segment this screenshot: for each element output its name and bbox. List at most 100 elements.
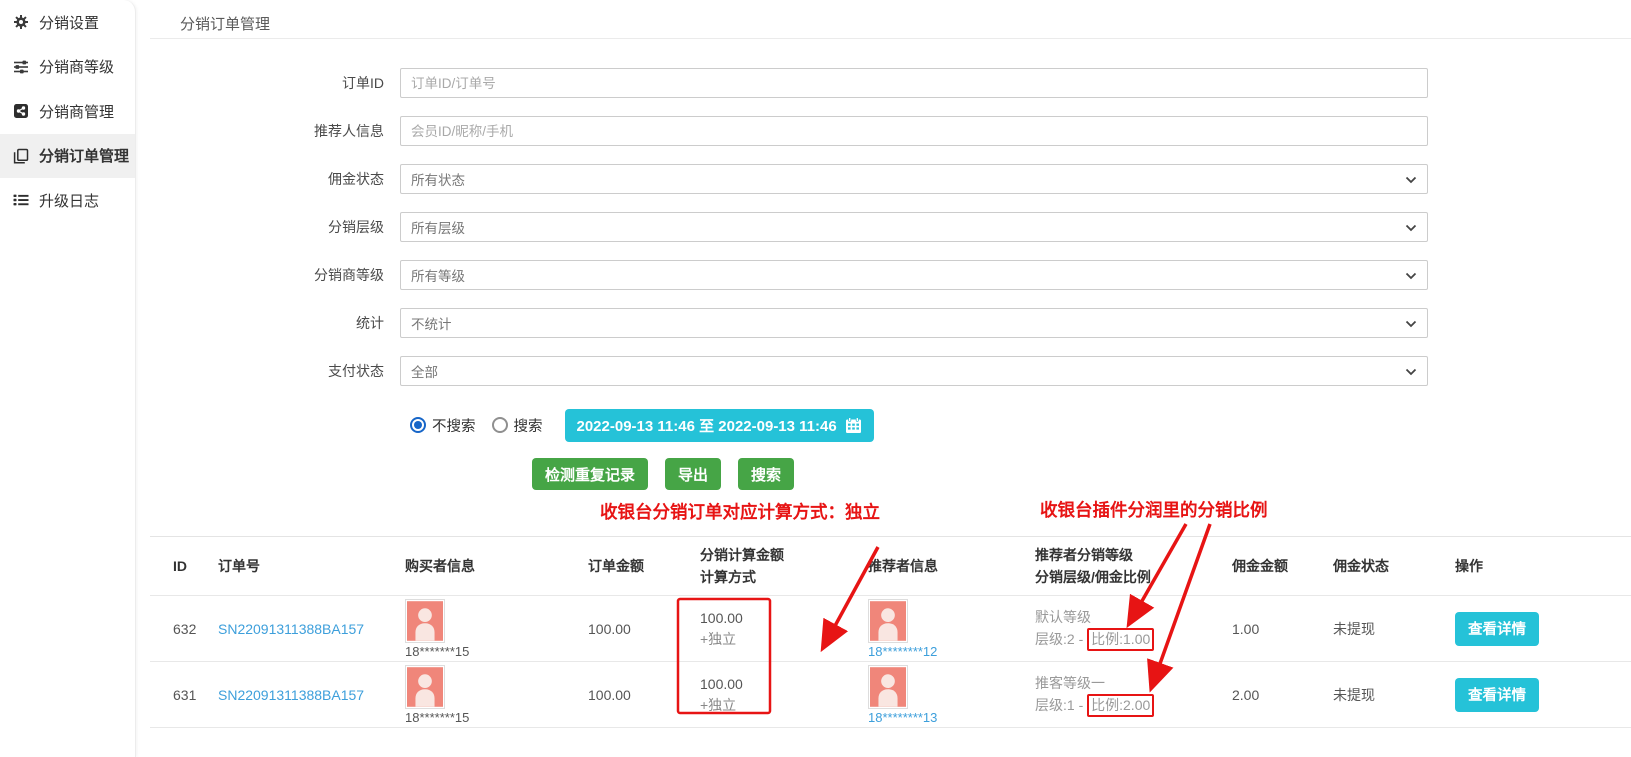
order-link[interactable]: SN22091311388BA157 — [218, 621, 364, 637]
sidebar-item-label: 分销商等级 — [39, 56, 114, 77]
referrer-info-label: 推荐人信息 — [150, 121, 400, 141]
sidebar-item-label: 分销商管理 — [39, 101, 114, 122]
table-row: 631 SN22091311388BA157 18*******15 100.0… — [150, 662, 1631, 728]
referrer-info-input[interactable] — [401, 117, 1427, 145]
no-search-label[interactable]: 不搜索 — [432, 415, 476, 436]
cell-calc: 100.00 +独立 — [700, 674, 868, 716]
statistics-label: 统计 — [150, 313, 400, 333]
cell-level: 推客等级一 层级:1 - 比例:2.00 — [1035, 672, 1232, 717]
sidebar-item-distributor-level[interactable]: 分销商等级 — [0, 45, 135, 90]
payment-status-value: 全部 — [411, 361, 438, 381]
buyer-cell: 18*******15 — [405, 665, 469, 724]
date-range-value: 2022-09-13 11:46 至 2022-09-13 11:46 — [577, 415, 837, 436]
search-label[interactable]: 搜索 — [514, 415, 543, 436]
distribution-level-select[interactable]: 所有层级 — [400, 212, 1428, 242]
avatar — [868, 599, 908, 643]
sidebar-item-label: 分销订单管理 — [39, 145, 129, 166]
distributor-grade-value: 所有等级 — [411, 265, 465, 285]
action-buttons: 检测重复记录 导出 搜索 — [532, 458, 794, 490]
referrer-phone[interactable]: 18********13 — [868, 711, 937, 724]
referrer-phone[interactable]: 18********12 — [868, 645, 937, 658]
commission-status-select[interactable]: 所有状态 — [400, 164, 1428, 194]
order-id-label: 订单ID — [150, 73, 400, 93]
cell-status: 未提现 — [1333, 685, 1455, 705]
calendar-icon — [845, 417, 862, 434]
cell-id: 631 — [150, 687, 218, 703]
chevron-down-icon — [1405, 272, 1417, 280]
statistics-value: 不统计 — [411, 313, 452, 333]
sidebar-item-distribution-settings[interactable]: 分销设置 — [0, 0, 135, 45]
col-order-no: 订单号 — [218, 556, 405, 576]
col-commission: 佣金金额 — [1232, 556, 1333, 576]
cell-commission: 1.00 — [1232, 621, 1333, 637]
referrer-cell: 18********13 — [868, 665, 937, 724]
ratio-highlight: 比例:1.00 — [1087, 628, 1154, 651]
orders-table: ID 订单号 购买者信息 订单金额 分销计算金额计算方式 推荐者信息 推荐者分销… — [150, 536, 1631, 728]
table-row: 632 SN22091311388BA157 18*******15 100.0… — [150, 596, 1631, 662]
col-buyer: 购买者信息 — [405, 556, 588, 576]
commission-status-label: 佣金状态 — [150, 169, 400, 189]
sidebar-item-label: 分销设置 — [39, 12, 99, 33]
payment-status-select[interactable]: 全部 — [400, 356, 1428, 386]
list-icon — [13, 192, 29, 208]
buyer-phone: 18*******15 — [405, 645, 469, 658]
export-button[interactable]: 导出 — [665, 458, 721, 490]
distribution-level-label: 分销层级 — [150, 217, 400, 237]
avatar — [868, 665, 908, 709]
col-action: 操作 — [1455, 556, 1631, 576]
referrer-cell: 18********12 — [868, 599, 937, 658]
cell-status: 未提现 — [1333, 619, 1455, 639]
gear-icon — [13, 14, 29, 30]
buyer-phone: 18*******15 — [405, 711, 469, 724]
col-calc: 分销计算金额计算方式 — [700, 544, 868, 588]
col-referrer: 推荐者信息 — [868, 556, 1035, 576]
table-header-row: ID 订单号 购买者信息 订单金额 分销计算金额计算方式 推荐者信息 推荐者分销… — [150, 536, 1631, 596]
cell-commission: 2.00 — [1232, 687, 1333, 703]
order-id-input[interactable] — [401, 69, 1427, 97]
avatar — [405, 665, 445, 709]
cell-order-amount: 100.00 — [588, 621, 700, 637]
time-search-group: 不搜索 搜索 2022-09-13 11:46 至 2022-09-13 11:… — [410, 408, 874, 442]
ratio-highlight: 比例:2.00 — [1087, 694, 1154, 717]
col-order-amount: 订单金额 — [588, 556, 700, 576]
view-details-button[interactable]: 查看详情 — [1455, 678, 1539, 712]
avatar — [405, 599, 445, 643]
no-search-radio[interactable] — [410, 417, 426, 433]
payment-status-label: 支付状态 — [150, 361, 400, 381]
header-divider — [150, 38, 1631, 39]
col-level: 推荐者分销等级分销层级/佣金比例 — [1035, 544, 1232, 588]
annotation-calc-method: 收银台分销订单对应计算方式：独立 — [600, 499, 880, 524]
distribution-level-value: 所有层级 — [411, 217, 465, 237]
commission-status-value: 所有状态 — [411, 169, 465, 189]
copy-icon — [13, 148, 29, 164]
sidebar: 分销设置 分销商等级 分销商管理 分销订单管理 — [0, 0, 136, 757]
statistics-select[interactable]: 不统计 — [400, 308, 1428, 338]
order-link[interactable]: SN22091311388BA157 — [218, 687, 364, 703]
col-status: 佣金状态 — [1333, 556, 1455, 576]
annotation-ratio: 收银台插件分润里的分销比例 — [1040, 497, 1268, 522]
cell-order-amount: 100.00 — [588, 687, 700, 703]
view-details-button[interactable]: 查看详情 — [1455, 612, 1539, 646]
sidebar-item-distributor-management[interactable]: 分销商管理 — [0, 89, 135, 134]
chevron-down-icon — [1405, 224, 1417, 232]
check-duplicates-button[interactable]: 检测重复记录 — [532, 458, 648, 490]
distributor-grade-select[interactable]: 所有等级 — [400, 260, 1428, 290]
search-button[interactable]: 搜索 — [738, 458, 794, 490]
buyer-cell: 18*******15 — [405, 599, 469, 658]
chevron-down-icon — [1405, 176, 1417, 184]
sliders-icon — [13, 59, 29, 75]
col-id: ID — [150, 558, 218, 574]
page-title: 分销订单管理 — [180, 13, 270, 34]
chevron-down-icon — [1405, 368, 1417, 376]
chevron-down-icon — [1405, 320, 1417, 328]
sidebar-item-upgrade-log[interactable]: 升级日志 — [0, 178, 135, 223]
cell-calc: 100.00 +独立 — [700, 608, 868, 650]
sidebar-item-label: 升级日志 — [39, 190, 99, 211]
sidebar-item-distribution-orders[interactable]: 分销订单管理 — [0, 134, 135, 179]
distributor-grade-label: 分销商等级 — [150, 265, 400, 285]
cell-id: 632 — [150, 621, 218, 637]
cell-level: 默认等级 层级:2 - 比例:1.00 — [1035, 606, 1232, 651]
share-square-icon — [13, 103, 29, 119]
search-radio[interactable] — [492, 417, 508, 433]
date-range-button[interactable]: 2022-09-13 11:46 至 2022-09-13 11:46 — [565, 409, 874, 442]
